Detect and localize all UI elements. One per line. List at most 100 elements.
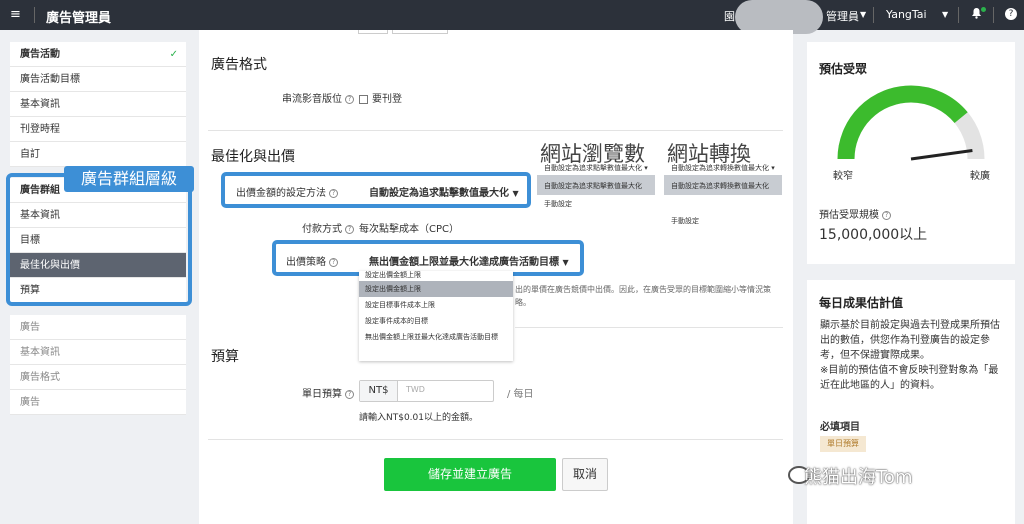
partial-control [358, 30, 388, 34]
chevron-down-icon: ▼ [512, 189, 519, 198]
chevron-down-icon[interactable]: ▼ [942, 10, 948, 19]
dropdown-option[interactable]: 設定目標事件成本上限 [359, 297, 513, 313]
gauge-needle [910, 148, 973, 161]
bid-strategy-select[interactable]: 無出價金額上限並最大化達成廣告活動目標 ▼ [369, 253, 569, 268]
sidebar-item-campaign-objective[interactable]: 廣告活動目標 [10, 67, 186, 92]
stream-placement-checkbox[interactable]: 要刊登 [359, 90, 402, 105]
divider [993, 7, 994, 23]
audience-gauge [837, 85, 985, 161]
select-value: 自動設定為追求轉換數值最大化 [671, 164, 769, 172]
section-title-optimization: 最佳化與出價 [211, 149, 295, 165]
section-title-ad-format: 廣告格式 [211, 57, 267, 73]
bid-strategy-help: 出的單價在廣告競價中出價。因此，在廣告受眾的目標範圍縮小等情況策略。 [515, 285, 771, 307]
chevron-down-icon[interactable]: ▼ [860, 10, 866, 19]
daily-budget-label: 單日預算? [270, 385, 354, 400]
app-title: 廣告管理員 [46, 11, 112, 26]
dropdown-option[interactable]: 設定出價金額上限 [359, 271, 513, 281]
gauge-wide-label: 較廣 [970, 171, 990, 182]
sidebar-item-ad-creative[interactable]: 廣告 [10, 390, 186, 415]
info-icon[interactable]: ? [345, 94, 354, 104]
account-prefix: 園 [724, 10, 735, 23]
sidebar-item-custom[interactable]: 自訂 [10, 142, 186, 167]
payment-value: 每次點擊成本（CPC） [359, 224, 459, 235]
info-icon[interactable]: ? [882, 210, 891, 220]
required-title: 必填項目 [820, 422, 860, 433]
check-icon: ✓ [169, 49, 178, 60]
select-value: 自動設定為追求點擊數值最大化 [544, 164, 642, 172]
divider [873, 7, 874, 23]
divider [208, 130, 783, 131]
audience-size-value: 15,000,000以上 [819, 227, 928, 243]
sidebar-item-campaign[interactable]: 廣告活動 ✓ [10, 42, 186, 67]
partial-control [392, 30, 448, 34]
budget-hint: 請輸入NT$0.01以上的金額。 [359, 413, 478, 423]
conversion-option: 自動設定為追求轉換數值最大化 [671, 182, 769, 190]
daily-estimate-text: 近在此地區的人」的資料。 [820, 380, 940, 391]
adgroup-highlight [6, 173, 192, 306]
label-text: 串流影音版位 [282, 94, 342, 105]
dropdown-option[interactable]: 設定出價金額上限 [359, 281, 513, 297]
blurred-account [735, 0, 823, 34]
account-name[interactable]: 管理員 [826, 8, 859, 24]
sidebar-item-ad[interactable]: 廣告 [10, 315, 186, 340]
daily-budget-input[interactable]: NT$ TWD [359, 380, 494, 402]
notification-dot [981, 7, 986, 12]
required-tag: 單日預算 [820, 436, 866, 452]
info-icon[interactable]: ? [329, 188, 338, 198]
daily-estimate-text: 顯示基於目前設定與過去刊登成果所預估 [820, 320, 1000, 331]
divider [34, 7, 35, 23]
traffic-select: 自動設定為追求點擊數值最大化 ▾ [544, 164, 648, 172]
info-icon[interactable]: ? [345, 389, 354, 399]
label-text: 出價金額的設定方法 [236, 188, 326, 199]
watermark: 熊猫出海Tom [804, 467, 913, 488]
bid-strategy-dropdown: 設定出價金額上限 設定出價金額上限 設定目標事件成本上限 設定事件成本的目標 無… [359, 271, 513, 361]
top-bar: ≡ 廣告管理員 園 管理員 ▼ YangTai ▼ ? [0, 0, 1024, 34]
sidebar-item-schedule[interactable]: 刊登時程 [10, 117, 186, 142]
label-text: 出價策略 [286, 257, 326, 268]
sidebar-ad: 廣告 基本資訊 廣告格式 廣告 [10, 315, 186, 415]
checkbox-label: 要刊登 [372, 94, 402, 105]
divider [515, 327, 783, 328]
daily-estimate-text: 考，但不保證實際成果。 [820, 350, 930, 361]
traffic-option: 自動設定為追求點擊數值最大化 [544, 182, 642, 190]
user-name[interactable]: YangTai [886, 8, 927, 21]
help-icon[interactable]: ? [1005, 8, 1017, 20]
conversion-select: 自動設定為追求轉換數值最大化 ▾ [671, 164, 775, 172]
currency-prefix: NT$ [360, 381, 398, 401]
input-placeholder: TWD [406, 385, 425, 394]
conversion-option: 手動設定 [671, 217, 699, 225]
info-icon[interactable]: ? [345, 224, 354, 234]
daily-estimate-text: 出的數值，供您作為刊登廣告的設定參 [820, 335, 990, 346]
dropdown-option[interactable]: 設定事件成本的目標 [359, 313, 513, 329]
sidebar-item-ad-basic-info[interactable]: 基本資訊 [10, 340, 186, 365]
traffic-option: 手動設定 [544, 200, 572, 208]
select-value: 無出價金額上限並最大化達成廣告活動目標 [369, 257, 559, 268]
save-and-create-button[interactable]: 儲存並建立廣告 [384, 458, 556, 491]
divider [958, 7, 959, 23]
dropdown-option[interactable]: 無出價金額上限並最大化達成廣告活動目標 [359, 329, 513, 345]
bid-method-select[interactable]: 自動設定為追求點擊數值最大化 ▼ [369, 184, 519, 199]
adgroup-level-label: 廣告群組層級 [64, 166, 194, 192]
bid-strategy-label: 出價策略? [278, 253, 338, 268]
label-text: 付款方式 [302, 224, 342, 235]
audience-title: 預估受眾 [819, 62, 868, 76]
divider [208, 439, 783, 440]
checkbox[interactable] [359, 94, 368, 104]
audience-size-label: 預估受眾規模? [819, 206, 891, 221]
sidebar-item-basic-info[interactable]: 基本資訊 [10, 92, 186, 117]
gauge-narrow-label: 較窄 [833, 171, 853, 182]
daily-estimate-title: 每日成果估計值 [819, 296, 904, 310]
sidebar-item-ad-format[interactable]: 廣告格式 [10, 365, 186, 390]
cancel-button[interactable]: 取消 [562, 458, 608, 491]
info-icon[interactable]: ? [329, 257, 338, 267]
daily-estimate-text: ※目前的預估值不會反映刊登對象為「最 [820, 365, 999, 376]
select-value: 自動設定為追求點擊數值最大化 [369, 188, 509, 199]
sidebar-item-label: 廣告活動 [20, 49, 60, 60]
gauge-fill [837, 85, 985, 160]
sidebar-campaign: 廣告活動 ✓ 廣告活動目標 基本資訊 刊登時程 自訂 [10, 42, 186, 167]
section-title-budget: 預算 [211, 349, 239, 365]
menu-icon[interactable]: ≡ [10, 7, 21, 22]
label-text: 單日預算 [302, 389, 342, 400]
stream-placement-label: 串流影音版位? [246, 90, 354, 105]
label-text: 預估受眾規模 [819, 210, 879, 221]
